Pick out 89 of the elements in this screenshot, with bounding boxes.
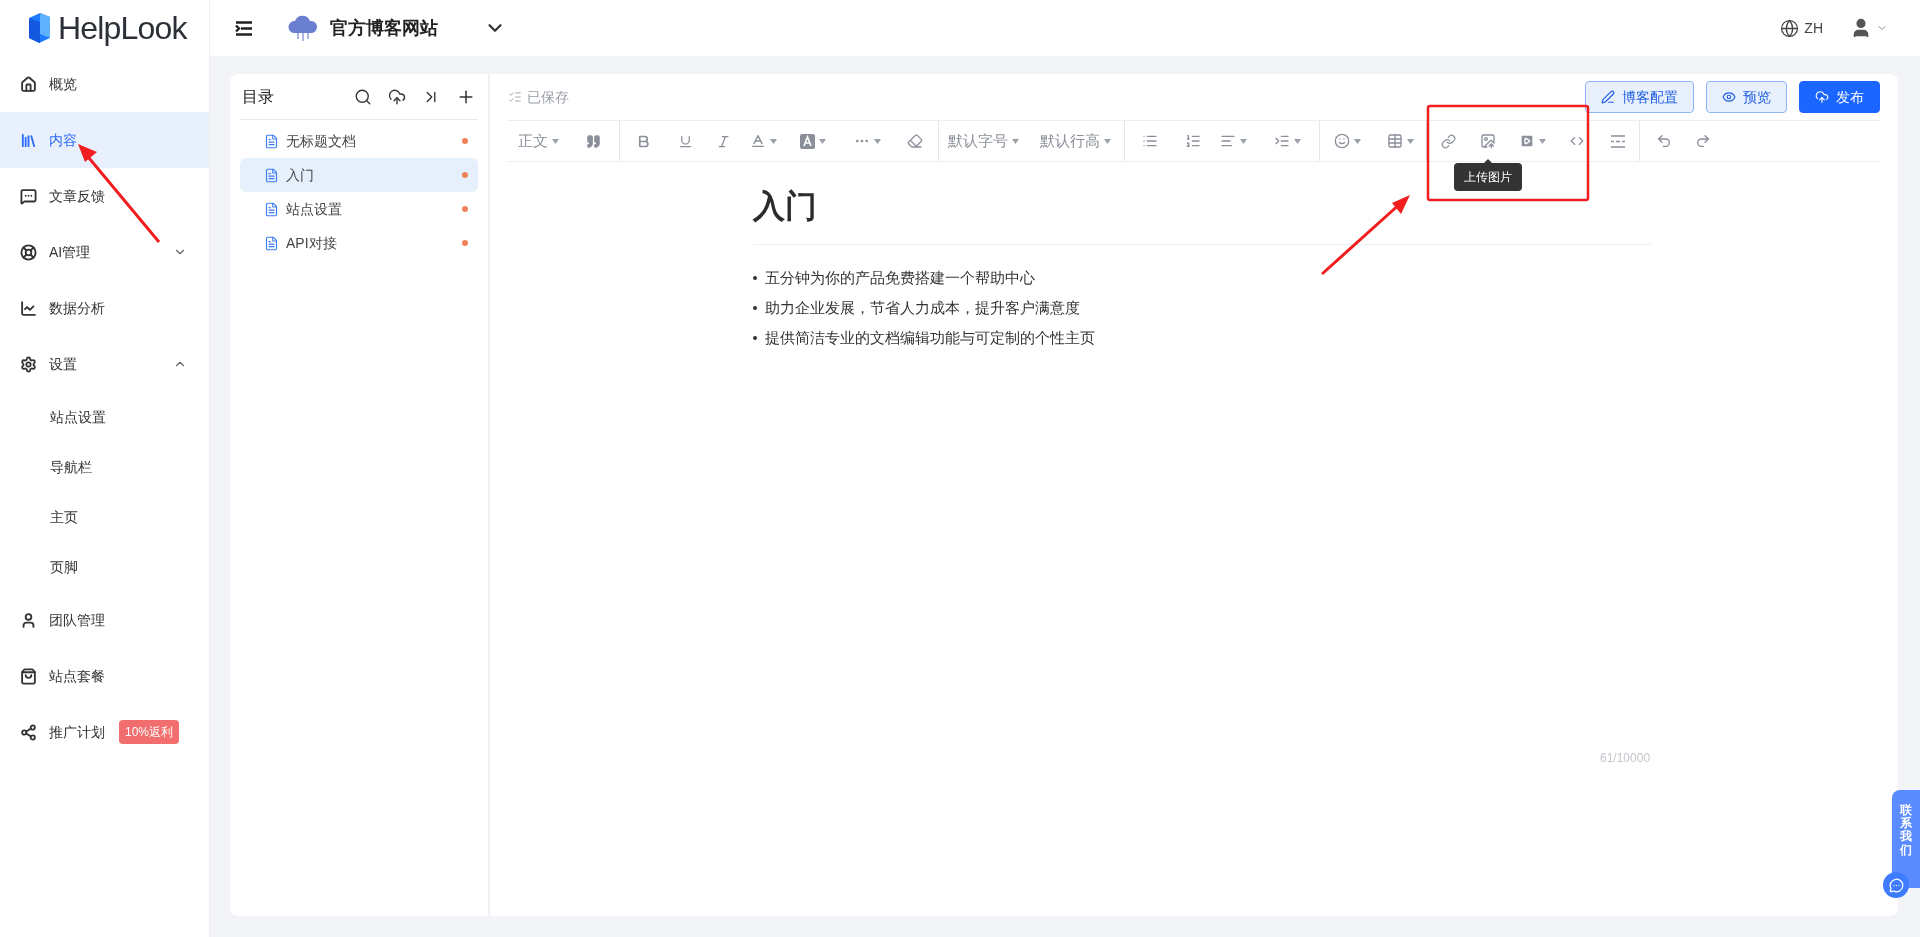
- menu-icon: [235, 20, 253, 36]
- sidebar-item[interactable]: 数据分析: [0, 280, 209, 336]
- numbered-list-icon: [1185, 133, 1201, 149]
- caret-icon: [1353, 138, 1361, 144]
- underline-icon: [677, 133, 693, 149]
- caret-icon: [1104, 138, 1111, 144]
- divider-icon: [1610, 134, 1626, 148]
- caret-icon: [769, 138, 777, 144]
- chat-icon: [20, 187, 37, 205]
- site-name: 官方博客网站: [330, 16, 438, 40]
- chart-icon: [20, 299, 37, 317]
- caret-icon: [1406, 138, 1414, 144]
- document-item[interactable]: API对接: [240, 226, 478, 260]
- caret-icon: [1239, 138, 1247, 144]
- sidebar-subitem[interactable]: 站点设置: [0, 392, 209, 442]
- font-color-icon: [749, 133, 766, 149]
- align-left-icon: [1219, 133, 1236, 149]
- caret-icon: [1293, 138, 1301, 144]
- upload-button[interactable]: [388, 87, 406, 106]
- logo-icon: [26, 12, 52, 44]
- sidebar-item[interactable]: 内容: [0, 112, 209, 168]
- user-icon: [20, 611, 37, 629]
- sidebar-item[interactable]: 设置: [0, 336, 209, 392]
- logo-text: HelpLook: [58, 9, 187, 48]
- caret-icon: [819, 138, 826, 144]
- caret-icon: [1538, 138, 1546, 144]
- bullet-icon: [753, 276, 757, 280]
- italic-icon: [715, 133, 731, 149]
- save-status: 已保存: [508, 86, 569, 108]
- sidebar-subitem[interactable]: 主页: [0, 492, 209, 542]
- badge: 10%返利: [119, 720, 180, 744]
- document-icon: [264, 167, 279, 183]
- image-upload-icon: [1480, 133, 1496, 149]
- bullet-text: 助力企业发展，节省人力成本，提升客户满意度: [765, 297, 1080, 318]
- bullet-icon: [753, 336, 757, 340]
- smile-icon: [1333, 133, 1350, 149]
- language-menu[interactable]: ZH: [1780, 17, 1823, 39]
- eraser-icon: [907, 133, 923, 149]
- document-item[interactable]: 无标题文档: [240, 124, 478, 158]
- bullet-text: 五分钟为你的产品免费搭建一个帮助中心: [765, 267, 1035, 288]
- action-button[interactable]: 发布: [1799, 81, 1880, 113]
- redo-icon: [1695, 133, 1711, 149]
- indent-icon: [1273, 133, 1290, 149]
- document-item[interactable]: 入门: [240, 158, 478, 192]
- cloud-upload-icon: [388, 87, 406, 106]
- code-icon: [1570, 134, 1584, 148]
- caret-icon: [1011, 138, 1019, 144]
- document-icon: [264, 133, 279, 149]
- globe-icon: [1780, 18, 1800, 38]
- sidebar-item[interactable]: 文章反馈: [0, 168, 209, 224]
- bag-icon: [20, 667, 37, 685]
- home-icon: [20, 75, 37, 93]
- sidebar-item[interactable]: 推广计划 10%返利: [0, 704, 209, 760]
- pen-icon: [1601, 90, 1615, 104]
- cloud-upload-icon: [1815, 90, 1829, 104]
- sidebar-subitem[interactable]: 页脚: [0, 542, 209, 592]
- sidebar-subitem[interactable]: 导航栏: [0, 442, 209, 492]
- highlight-icon: [800, 133, 815, 149]
- sidebar-item[interactable]: 概览: [0, 56, 209, 112]
- video-icon: [1518, 133, 1535, 149]
- checklist-icon: [508, 90, 522, 104]
- action-button[interactable]: 预览: [1706, 81, 1787, 113]
- word-count: 61/10000: [1600, 751, 1651, 765]
- quote-icon: [586, 133, 601, 149]
- sidebar-item[interactable]: 站点套餐: [0, 648, 209, 704]
- bullet-text: 提供简洁专业的文档编辑功能与可定制的个性主页: [765, 327, 1095, 348]
- bullet-icon: [753, 306, 757, 310]
- cloud-logo-icon: [286, 13, 320, 43]
- catalog-title: 目录: [242, 86, 274, 107]
- document-icon: [264, 201, 279, 217]
- table-icon: [1386, 133, 1403, 149]
- caret-icon: [873, 138, 881, 144]
- undo-icon: [1656, 133, 1672, 149]
- lifebuoy-icon: [20, 243, 37, 261]
- settings-icon: [20, 355, 37, 373]
- search-icon: [354, 87, 372, 106]
- document-item[interactable]: 站点设置: [240, 192, 478, 226]
- eye-icon: [1722, 90, 1736, 104]
- sidebar-item[interactable]: AI管理: [0, 224, 209, 280]
- caret-icon: [551, 138, 559, 144]
- books-icon: [20, 131, 37, 149]
- sidebar-item[interactable]: 团队管理: [0, 592, 209, 648]
- document-icon: [264, 235, 279, 251]
- search-button[interactable]: [354, 87, 372, 106]
- link-icon: [1440, 133, 1456, 149]
- chat-icon: [1888, 877, 1904, 893]
- bullet-list-icon: [1142, 133, 1158, 149]
- action-button[interactable]: 博客配置: [1585, 81, 1694, 113]
- share-icon: [20, 723, 37, 741]
